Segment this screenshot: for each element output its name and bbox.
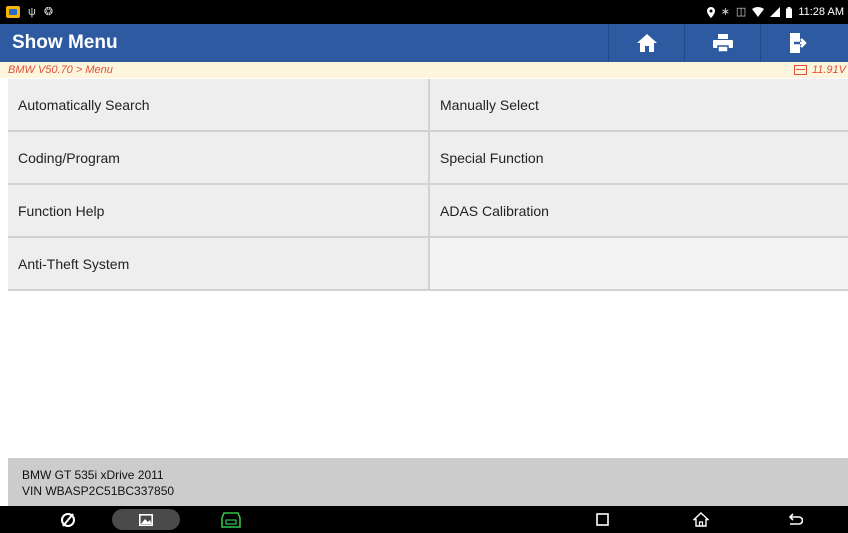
print-button[interactable] [684, 24, 760, 62]
voltage-indicator: 11.91V [793, 64, 846, 76]
car-battery-icon [793, 65, 807, 75]
menu-item-anti-theft-system[interactable]: Anti-Theft System [8, 238, 430, 291]
print-icon [712, 34, 733, 52]
vehicle-vin: VIN WBASP2C51BC337850 [22, 484, 175, 498]
vibrate-icon: ◫ [735, 5, 747, 18]
menu-item-coding-program[interactable]: Coding/Program [8, 132, 430, 185]
vehicle-info: BMW GT 535i xDrive 2011 VIN WBASP2C51BC3… [8, 458, 848, 506]
cellular-icon [770, 7, 781, 17]
recent-apps-button[interactable] [590, 506, 614, 533]
breadcrumb-bar: BMW V50.70 > Menu 11.91V [0, 62, 848, 78]
status-right: ∗ ◫ 11:28 AM [706, 5, 844, 18]
menu-item-function-help[interactable]: Function Help [8, 185, 430, 238]
page-title: Show Menu [12, 32, 118, 53]
browser-icon [61, 512, 75, 527]
home-button[interactable] [608, 24, 684, 62]
title-bar: Show Menu [0, 24, 848, 62]
navigation-bar [0, 506, 848, 533]
screen: ψ ❂ ∗ ◫ 11:28 AM Show Menu BMW V50.70 > … [0, 0, 848, 533]
voltage-value: 11.91V [811, 64, 846, 76]
status-time: 11:28 AM [798, 6, 844, 18]
breadcrumb: BMW V50.70 > Menu [8, 64, 113, 76]
status-left: ψ ❂ [6, 6, 53, 18]
status-bar: ψ ❂ ∗ ◫ 11:28 AM [0, 0, 848, 24]
recent-apps-icon [595, 513, 609, 526]
menu-item-manually-select[interactable]: Manually Select [430, 79, 848, 132]
menu-item-adas-calibration[interactable]: ADAS Calibration [430, 185, 848, 238]
vehicle-model: BMW GT 535i xDrive 2011 [22, 468, 164, 482]
location-icon [706, 6, 715, 18]
gallery-button[interactable] [112, 509, 180, 530]
wifi-icon [752, 7, 765, 17]
usb-icon: ψ [28, 5, 36, 18]
back-icon [788, 512, 803, 525]
menu-item-automatically-search[interactable]: Automatically Search [8, 79, 430, 132]
battery-icon [786, 6, 793, 18]
function-menu: Automatically Search Manually Select Cod… [8, 79, 848, 291]
vci-icon [221, 511, 241, 528]
home-icon [636, 34, 657, 52]
back-button[interactable] [782, 506, 808, 533]
vci-button[interactable] [218, 506, 244, 533]
exit-button[interactable] [760, 24, 836, 62]
menu-item-empty [430, 238, 848, 291]
browser-button[interactable] [54, 506, 82, 533]
exit-icon [789, 33, 807, 53]
app-notification-icon [6, 6, 20, 18]
home-nav-icon [693, 512, 709, 527]
home-nav-button[interactable] [688, 506, 714, 533]
nfc-icon: ❂ [43, 5, 54, 18]
menu-item-special-function[interactable]: Special Function [430, 132, 848, 185]
bluetooth-icon: ∗ [720, 5, 730, 18]
gallery-icon [139, 513, 153, 526]
